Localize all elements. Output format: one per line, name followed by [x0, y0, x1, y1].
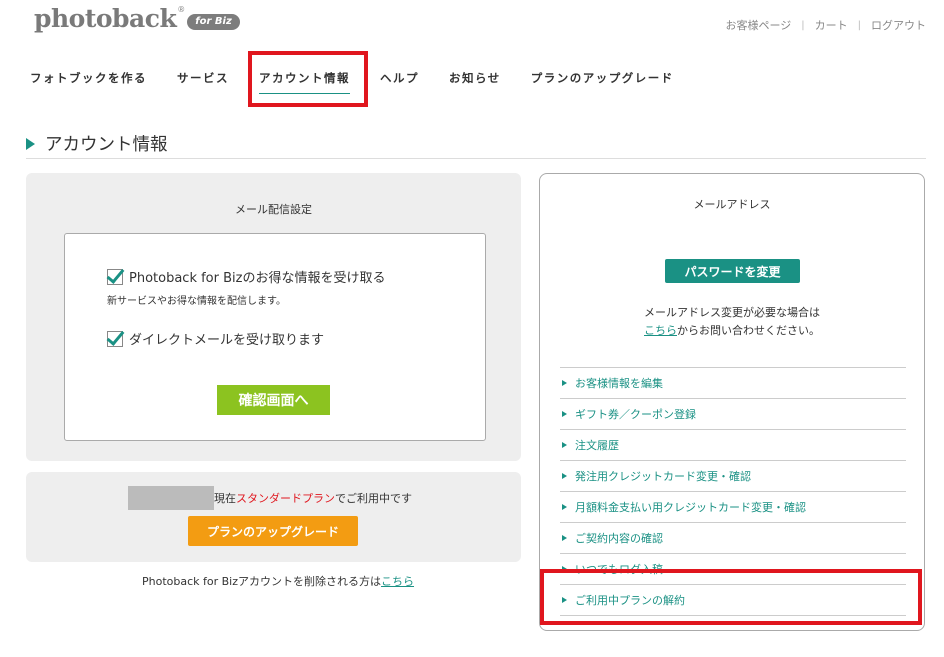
plan-name: スタンダードプラン — [236, 492, 335, 505]
menu-arrow-icon — [562, 535, 567, 541]
nav-create-photobook[interactable]: フォトブックを作る — [30, 70, 147, 90]
logo-badge: for Biz — [187, 14, 240, 30]
email-change-note: メールアドレス変更が必要な場合は こちらからお問い合わせください。 — [540, 304, 924, 340]
page-title: アカウント情報 — [26, 131, 168, 156]
plan-status: 現在スタンダードプランでご利用中です — [214, 490, 412, 506]
nav-services[interactable]: サービス — [177, 70, 229, 90]
menu-arrow-icon — [562, 411, 567, 417]
mail-settings-panel: メール配信設定 Photoback for Bizのお得な情報を受け取る 新サー… — [26, 173, 521, 461]
option-newsletter-desc: 新サービスやお得な情報を配信します。 — [107, 296, 286, 307]
menu-label: 注文履歴 — [575, 439, 619, 452]
highlight-box-nav — [248, 51, 368, 107]
email-note-line2: からお問い合わせください。 — [677, 324, 820, 337]
menu-label: ご契約内容の確認 — [575, 532, 663, 545]
checkbox-newsletter[interactable] — [107, 268, 123, 285]
page-title-text: アカウント情報 — [45, 135, 168, 155]
title-divider — [26, 158, 926, 159]
logo-wordmark: photoback — [34, 4, 177, 33]
menu-contract-details[interactable]: ご契約内容の確認 — [560, 523, 906, 554]
menu-label: 月額料金支払い用クレジットカード変更・確認 — [575, 501, 806, 514]
email-address-title: メールアドレス — [693, 198, 771, 211]
menu-label: ギフト券／クーポン登録 — [575, 408, 696, 421]
option-direct-mail[interactable]: ダイレクトメールを受け取ります — [107, 329, 324, 348]
contact-link[interactable]: こちら — [644, 324, 677, 337]
util-separator: | — [857, 19, 861, 31]
logo[interactable]: photoback ® for Biz — [34, 4, 240, 38]
util-separator: | — [801, 19, 805, 31]
option-direct-mail-label: ダイレクトメールを受け取ります — [129, 333, 325, 348]
account-panel: メールアドレス パスワードを変更 メールアドレス変更が必要な場合は こちらからお… — [539, 173, 925, 631]
plan-suffix: でご利用中です — [335, 492, 412, 505]
plan-prefix: 現在 — [214, 492, 236, 505]
menu-label: お客様情報を編集 — [575, 377, 663, 390]
menu-label: 発注用クレジットカード変更・確認 — [575, 470, 751, 483]
menu-arrow-icon — [562, 504, 567, 510]
delete-account-link[interactable]: こちら — [381, 575, 414, 588]
change-password-button[interactable]: パスワードを変更 — [665, 259, 800, 283]
menu-order-credit-card[interactable]: 発注用クレジットカード変更・確認 — [560, 461, 906, 492]
checkbox-direct-mail[interactable] — [107, 330, 123, 347]
plan-upgrade-button[interactable]: プランのアップグレード — [188, 516, 358, 546]
title-triangle-icon — [26, 137, 35, 150]
logo-registered-mark: ® — [177, 5, 186, 14]
cart-link[interactable]: カート — [815, 17, 848, 33]
redacted-name — [128, 486, 214, 510]
email-note-line1: メールアドレス変更が必要な場合は — [644, 306, 820, 319]
mail-settings-box: Photoback for Bizのお得な情報を受け取る 新サービスやお得な情報… — [64, 233, 486, 441]
nav-help[interactable]: ヘルプ — [380, 70, 419, 90]
menu-arrow-icon — [562, 473, 567, 479]
menu-gift-coupon[interactable]: ギフト券／クーポン登録 — [560, 399, 906, 430]
logout-link[interactable]: ログアウト — [871, 17, 926, 33]
utility-links: お客様ページ | カート | ログアウト — [725, 17, 926, 33]
option-newsletter[interactable]: Photoback for Bizのお得な情報を受け取る — [107, 267, 385, 286]
menu-arrow-icon — [562, 442, 567, 448]
menu-arrow-icon — [562, 380, 567, 386]
nav-news[interactable]: お知らせ — [449, 70, 501, 90]
menu-order-history[interactable]: 注文履歴 — [560, 430, 906, 461]
nav-plan-upgrade[interactable]: プランのアップグレード — [531, 70, 674, 90]
option-newsletter-label: Photoback for Bizのお得な情報を受け取る — [129, 271, 386, 286]
customer-page-link[interactable]: お客様ページ — [725, 17, 791, 33]
delete-account-text: Photoback for Bizアカウントを削除される方はこちら — [142, 573, 414, 589]
menu-monthly-credit-card[interactable]: 月額料金支払い用クレジットカード変更・確認 — [560, 492, 906, 523]
confirm-button[interactable]: 確認画面へ — [217, 385, 330, 415]
highlight-box-cancel-plan — [540, 569, 922, 625]
plan-panel: 現在スタンダードプランでご利用中です プランのアップグレード — [26, 472, 521, 562]
delete-account-label: Photoback for Bizアカウントを削除される方は — [142, 575, 382, 588]
menu-edit-customer-info[interactable]: お客様情報を編集 — [560, 368, 906, 399]
mail-settings-title: メール配信設定 — [235, 203, 312, 216]
